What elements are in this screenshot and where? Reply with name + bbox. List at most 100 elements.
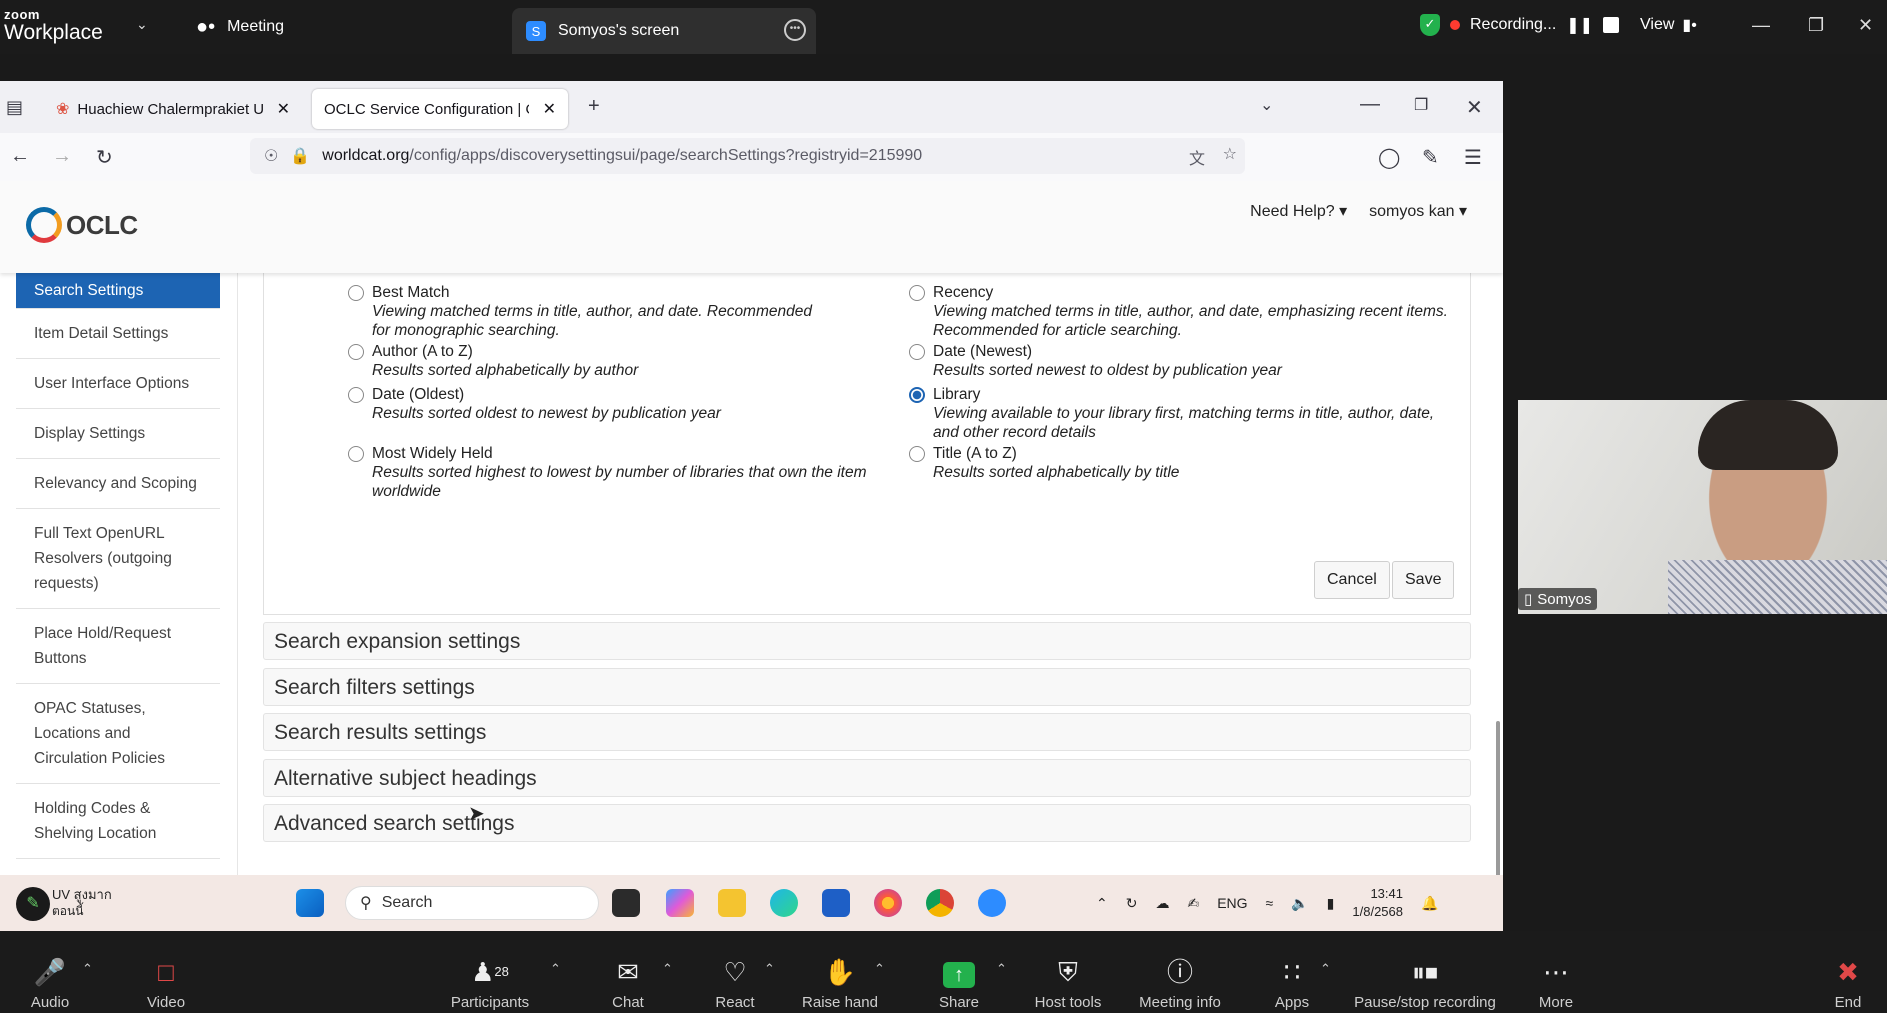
more-button[interactable]: ⋯ More [1536, 931, 1576, 1013]
radio-most-widely-held[interactable] [348, 446, 364, 462]
browser-close-icon[interactable]: ✕ [1466, 95, 1483, 120]
task-view-icon[interactable] [612, 889, 640, 917]
sort-option-library[interactable]: Library Viewing available to your library… [909, 385, 1449, 442]
radio-date-oldest[interactable] [348, 387, 364, 403]
user-menu[interactable]: somyos kan ▾ [1369, 201, 1467, 221]
radio-author[interactable] [348, 344, 364, 360]
share-screen-tab[interactable]: S Somyos's screen ••• [512, 8, 816, 54]
zoom-app-icon[interactable] [978, 889, 1006, 917]
taskbar-clock[interactable]: 13:41 1/8/2568 [1352, 885, 1403, 921]
raise-hand-button[interactable]: ✋ Raise hand [800, 931, 880, 1013]
tab-huachiew[interactable]: ❀ Huachiew Chalermprakiet Unive ✕ [44, 89, 302, 129]
start-icon[interactable] [296, 889, 324, 917]
sort-option-recency[interactable]: Recency Viewing matched terms in title, a… [909, 283, 1449, 340]
apps-caret-icon[interactable]: ⌃ [1320, 961, 1331, 977]
lock-icon[interactable]: 🔒 [290, 146, 310, 166]
battery-icon[interactable]: ▮ [1327, 895, 1335, 912]
onedrive-icon[interactable]: ☁ [1155, 895, 1169, 912]
sort-option-title[interactable]: Title (A to Z) Results sorted alphabetica… [909, 444, 1449, 482]
apps-button[interactable]: ∷ Apps [1272, 931, 1312, 1013]
accordion-search-filters-settings[interactable]: Search filters settings [263, 668, 1471, 706]
tracking-shield-icon[interactable]: ☉ [264, 146, 278, 166]
minimize-icon[interactable]: — [1752, 0, 1770, 50]
need-help-menu[interactable]: Need Help? ▾ [1250, 201, 1347, 221]
react-button[interactable]: ♡ React [710, 931, 760, 1013]
chrome-icon[interactable] [926, 889, 954, 917]
accordion-alternative-subject-headings[interactable]: Alternative subject headings [263, 759, 1471, 797]
participants-button[interactable]: ♟28 Participants [448, 931, 532, 1013]
file-explorer-icon[interactable] [718, 889, 746, 917]
view-button[interactable]: View ▮• [1640, 0, 1697, 50]
save-button[interactable]: Save [1392, 561, 1455, 599]
close-icon[interactable]: ✕ [1858, 0, 1873, 50]
sort-option-best-match[interactable]: Best Match Viewing matched terms in title… [348, 283, 828, 340]
browser-minimize-icon[interactable]: — [1360, 93, 1380, 116]
raise-hand-caret-icon[interactable]: ⌃ [874, 961, 885, 977]
radio-library-selected[interactable] [909, 387, 925, 403]
radio-date-newest[interactable] [909, 344, 925, 360]
volume-icon[interactable]: 🔈 [1291, 895, 1308, 912]
language-indicator[interactable]: ENG [1217, 895, 1247, 911]
host-tools-button[interactable]: ⛨ Host tools [1032, 931, 1104, 1013]
sidebar-item-search-settings[interactable]: Search Settings [16, 273, 220, 309]
meeting-tab[interactable]: ●• Meeting [196, 0, 284, 54]
sidebar-item-holding-codes[interactable]: Holding Codes & Shelving Location [16, 784, 220, 859]
tab-overview-icon[interactable]: ▤ [6, 97, 23, 118]
accordion-search-results-settings[interactable]: Search results settings [263, 713, 1471, 751]
notification-bell-icon[interactable]: 🔔 [1421, 895, 1438, 912]
store-icon[interactable] [822, 889, 850, 917]
copilot-icon[interactable] [666, 889, 694, 917]
pause-icon[interactable]: ❚❚ [1566, 15, 1593, 35]
sort-option-most-widely-held[interactable]: Most Widely Held Results sorted highest t… [348, 444, 868, 501]
oclc-logo[interactable]: OCLC [26, 207, 138, 243]
sort-option-author[interactable]: Author (A to Z) Results sorted alphabetic… [348, 342, 828, 380]
participants-caret-icon[interactable]: ⌃ [550, 961, 561, 977]
chevron-down-icon[interactable]: ⌄ [136, 16, 148, 33]
more-options-icon[interactable]: ••• [784, 19, 806, 41]
taskbar-search[interactable]: ⚲ Search [345, 886, 599, 920]
radio-title[interactable] [909, 446, 925, 462]
share-button[interactable]: ↑ Share [934, 931, 984, 1013]
url-bar[interactable]: ☉ 🔒 worldcat.org/config/apps/discoveryse… [250, 138, 1245, 174]
weather-icon[interactable]: ✎ [16, 887, 50, 921]
close-tab-icon[interactable]: ✕ [277, 99, 290, 119]
participant-video-tile[interactable]: ▯ Somyos [1518, 400, 1887, 614]
chat-caret-icon[interactable]: ⌃ [662, 961, 673, 977]
sidebar-item-user-interface-options[interactable]: User Interface Options [16, 359, 220, 409]
sort-option-date-newest[interactable]: Date (Newest) Results sorted newest to ol… [909, 342, 1449, 380]
share-caret-icon[interactable]: ⌃ [996, 961, 1007, 977]
sidebar-item-opac-statuses[interactable]: OPAC Statuses, Locations and Circulation… [16, 684, 220, 784]
zoom-workplace-logo[interactable]: zoom Workplace [4, 8, 103, 43]
end-button[interactable]: ✖ End [1828, 931, 1868, 1013]
bookmark-star-icon[interactable]: ☆ [1223, 144, 1237, 164]
menu-icon[interactable]: ☰ [1464, 145, 1482, 170]
forward-icon[interactable]: → [52, 145, 72, 168]
tab-oclc-service-configuration[interactable]: OCLC Service Configuration | OCLC ✕ [312, 89, 568, 129]
audio-caret-icon[interactable]: ⌃ [82, 961, 93, 977]
sidebar-item-item-detail-settings[interactable]: Item Detail Settings [16, 309, 220, 359]
accordion-search-expansion-settings[interactable]: Search expansion settings [263, 622, 1471, 660]
video-button[interactable]: □ Video [138, 931, 194, 1013]
pause-stop-recording-button[interactable]: ⏸⏹ Pause/stop recording [1350, 931, 1500, 1013]
browser-restore-icon[interactable]: ❐ [1414, 95, 1428, 115]
sidebar-item-display-settings[interactable]: Display Settings [16, 409, 220, 459]
stop-icon[interactable] [1603, 17, 1620, 33]
edge-icon[interactable] [770, 889, 798, 917]
firefox-icon[interactable] [874, 889, 902, 917]
reload-icon[interactable]: ↻ [96, 145, 113, 170]
account-icon[interactable]: ◯ [1378, 145, 1400, 170]
weather-widget[interactable]: UV สูงมาก ตอนนี้ [52, 887, 112, 919]
sidebar-item-place-hold[interactable]: Place Hold/Request Buttons [16, 609, 220, 684]
sidebar-item-openurl-resolvers[interactable]: Full Text OpenURL Resolvers (outgoing re… [16, 509, 220, 609]
sync-icon[interactable]: ↻ [1126, 895, 1138, 912]
back-icon[interactable]: ← [10, 145, 30, 168]
tray-chevron-up-icon[interactable]: ⌃ [1096, 895, 1108, 912]
sort-option-date-oldest[interactable]: Date (Oldest) Results sorted oldest to ne… [348, 385, 828, 423]
meeting-info-button[interactable]: ⓘ Meeting info [1134, 931, 1226, 1013]
pen-icon[interactable]: ✍ [1187, 895, 1199, 912]
wifi-icon[interactable]: ≈ [1266, 895, 1274, 911]
extensions-icon[interactable]: ✎ [1422, 145, 1439, 170]
cancel-button[interactable]: Cancel [1314, 561, 1390, 599]
chat-button[interactable]: ✉ Chat [606, 931, 650, 1013]
radio-best-match[interactable] [348, 285, 364, 301]
